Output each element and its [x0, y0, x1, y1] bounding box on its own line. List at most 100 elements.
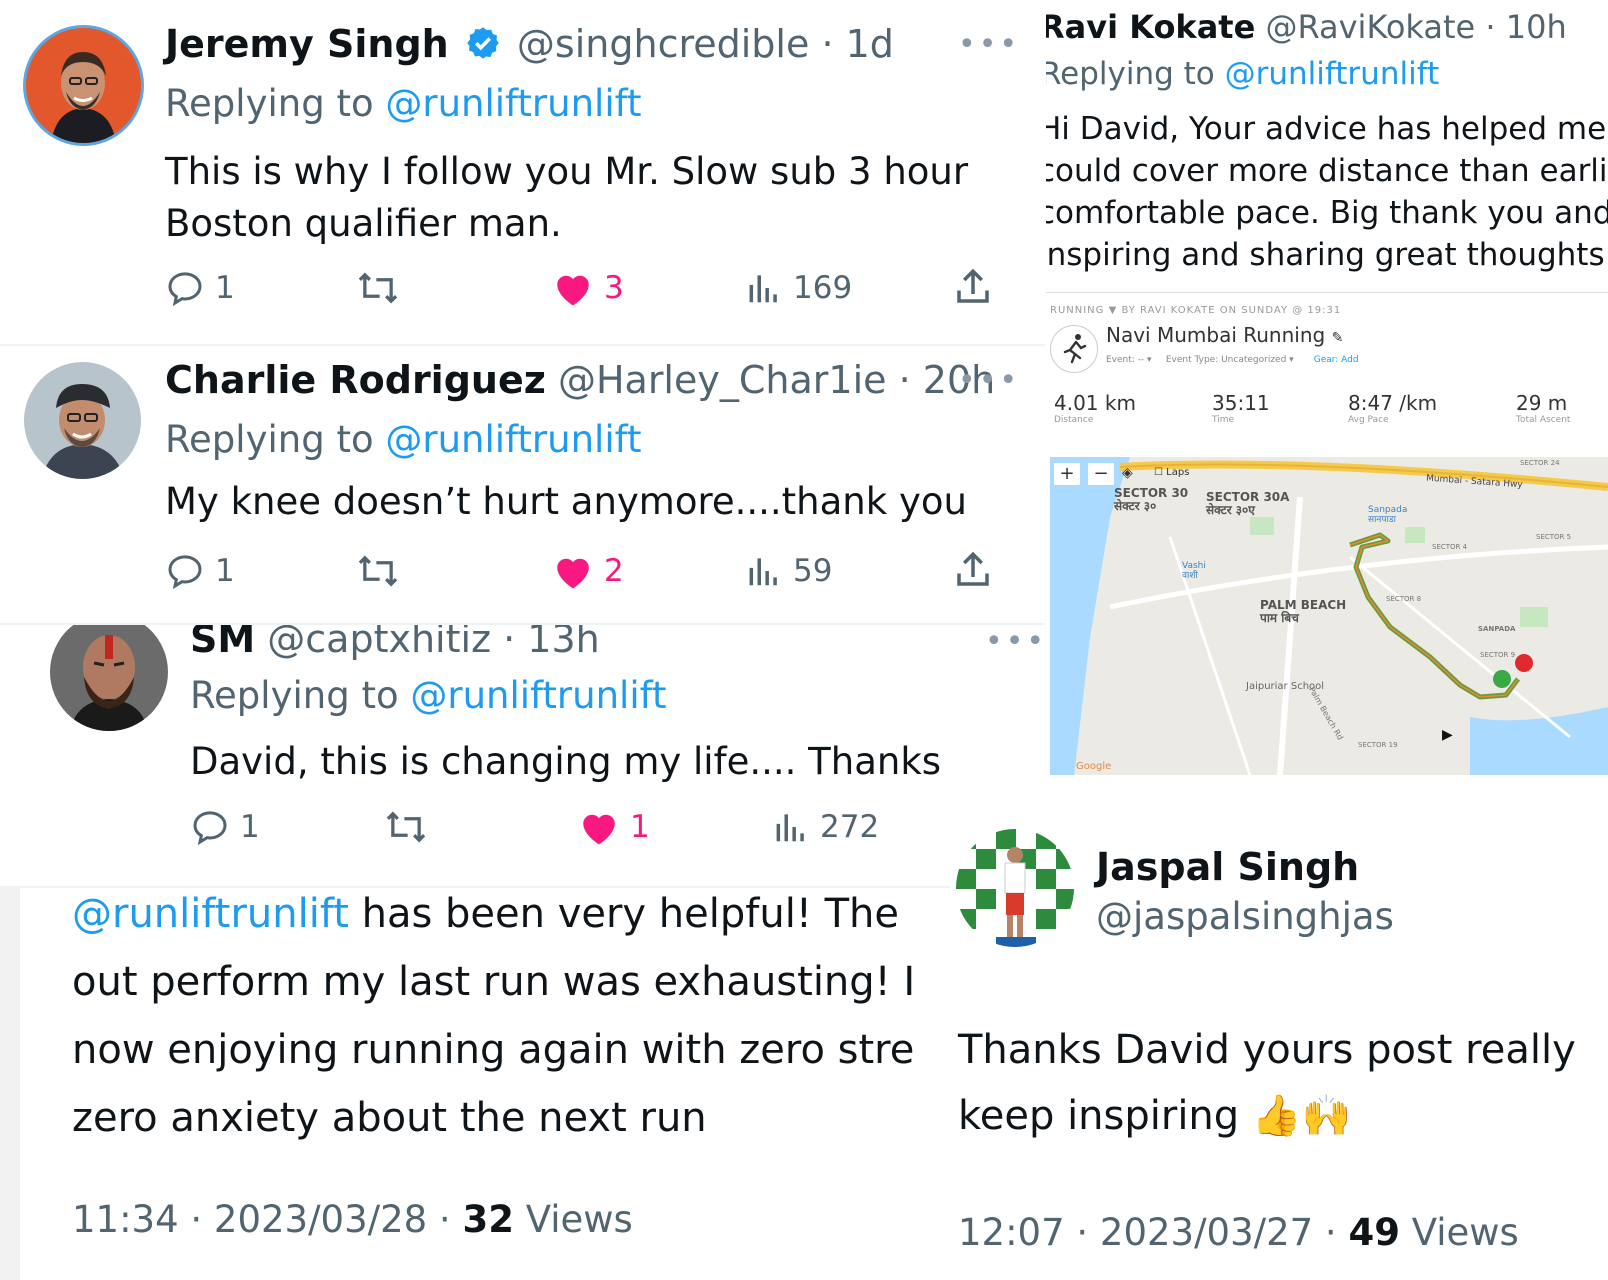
like-button[interactable]: 2 [552, 551, 624, 591]
tweet-text: David, this is changing my life.... Than… [190, 740, 942, 783]
reply-button[interactable]: 1 [165, 551, 235, 591]
tweet-sm: SM @captxhitiz · 13h ••• Replying to @ru… [0, 625, 1050, 887]
reply-mention[interactable]: @runliftrunlift [410, 674, 666, 717]
replying-to: Replying to @runliftrunlift [1046, 56, 1440, 92]
replying-to: Replying to @runliftrunlift [165, 418, 642, 461]
display-name[interactable]: Jaspal Singh [1096, 845, 1359, 889]
reply-mention[interactable]: @runliftrunlift [385, 82, 641, 125]
mention-link[interactable]: @runliftrunlift [72, 891, 349, 937]
timestamp[interactable]: · 13h [503, 625, 600, 661]
reply-icon [168, 272, 202, 307]
laps-toggle[interactable]: ☐ Laps [1154, 467, 1189, 478]
emoji: 👍🙌 [1251, 1093, 1352, 1139]
route-end-marker [1515, 654, 1533, 672]
route-map[interactable]: + − ◈ ☐ Laps SECTOR 30 सेक्टर ३० SECTOR 3… [1050, 457, 1608, 775]
zoom-in-button[interactable]: + [1054, 463, 1080, 485]
map-label: SANPADA [1478, 625, 1516, 633]
timestamp[interactable]: 12:07 · 2023/03/27 · [958, 1211, 1337, 1254]
activity-meta: Event: -- ▾ Event Type: Uncategorized ▾ … [1106, 355, 1359, 365]
retweet-icon [386, 811, 426, 843]
retweet-icon [358, 272, 398, 304]
reply-button[interactable]: 1 [190, 807, 260, 847]
handle[interactable]: @singhcredible [517, 22, 809, 66]
reply-button[interactable]: 1 [165, 268, 235, 308]
timestamp[interactable]: · 10h [1485, 8, 1566, 46]
handle[interactable]: @Harley_Char1ie [558, 358, 887, 402]
reply-icon [168, 555, 202, 590]
heart-icon [557, 275, 589, 306]
like-button[interactable]: 3 [552, 268, 624, 308]
map-label: SECTOR 9 [1480, 651, 1516, 659]
map-label: SECTOR 8 [1386, 595, 1422, 603]
views-count: 32 [462, 1198, 514, 1241]
share-button[interactable] [952, 266, 994, 308]
avatar[interactable] [26, 28, 141, 143]
map-label: Vashi वाशी [1182, 561, 1206, 581]
map-label: SECTOR 5 [1536, 533, 1572, 541]
handle[interactable]: @RaviKokate [1265, 8, 1475, 46]
avatar-image [26, 28, 141, 143]
retweet-button[interactable] [355, 551, 401, 591]
running-icon [1050, 325, 1098, 373]
tweet-text: My knee doesn’t hurt anymore....thank yo… [165, 480, 967, 523]
tweet-header: SM @captxhitiz · 13h [190, 625, 600, 661]
display-name[interactable]: Charlie Rodriguez [165, 358, 546, 402]
verified-badge-icon [465, 25, 501, 70]
avatar-image [956, 829, 1074, 947]
views-icon [749, 275, 777, 303]
display-name[interactable]: SM [190, 625, 255, 661]
more-icon[interactable]: ••• [985, 627, 1047, 657]
more-icon[interactable]: ••• [958, 30, 1020, 60]
handle[interactable]: @captxhitiz [267, 625, 491, 661]
retweet-button[interactable] [383, 807, 429, 847]
display-name[interactable]: Ravi Kokate [1046, 8, 1255, 46]
tweet-text: Hi David, Your advice has helped me coul… [1046, 111, 1608, 273]
reply-icon [193, 811, 227, 846]
tweet-meta: 12:07 · 2023/03/27 · 49 Views [958, 1211, 1519, 1254]
play-icon[interactable]: ▶ [1442, 727, 1453, 743]
tweet-header: Jeremy Singh @singhcredible · 1d [165, 22, 894, 70]
tweet-header: Ravi Kokate @RaviKokate · 10h [1046, 8, 1567, 46]
more-icon[interactable]: ••• [958, 366, 1020, 396]
tweet-meta: 11:34 · 2023/03/28 · 32 Views [72, 1198, 633, 1241]
map-label: SECTOR 24 [1520, 459, 1560, 467]
views-button[interactable]: 59 [745, 551, 832, 591]
views-icon [776, 814, 804, 842]
strava-card[interactable]: RUNNING ▼ BY RAVI KOKATE ON SUNDAY @ 19:… [1046, 292, 1608, 783]
timestamp[interactable]: 11:34 · 2023/03/28 · [72, 1198, 451, 1241]
route-start-marker [1493, 670, 1511, 688]
handle[interactable]: @jaspalsinghjas [1096, 895, 1394, 938]
tweet-text: @runliftrunlift has been very helpful! T… [72, 891, 916, 1141]
activity-header: RUNNING ▼ BY RAVI KOKATE ON SUNDAY @ 19:… [1050, 305, 1342, 316]
share-icon [957, 268, 989, 303]
like-button[interactable]: 1 [578, 807, 650, 847]
tweet-text: This is why I follow you Mr. Slow sub 3 … [165, 150, 969, 245]
views-button[interactable]: 272 [772, 807, 879, 847]
tweet-quote-left: @runliftrunlift has been very helpful! T… [0, 888, 930, 1280]
stat-ascent: 29 m Total Ascent [1516, 391, 1571, 425]
tweet-text: Thanks David yours post really keep insp… [958, 1027, 1576, 1139]
tweet-ravi: Ravi Kokate @RaviKokate · 10h Replying t… [1046, 0, 1608, 790]
avatar[interactable] [956, 829, 1074, 947]
share-icon [957, 551, 989, 586]
avatar[interactable] [24, 362, 141, 479]
share-button[interactable] [952, 549, 994, 591]
timestamp[interactable]: · 1d [821, 22, 893, 66]
tweet-header: Charlie Rodriguez @Harley_Char1ie · 20h [165, 358, 995, 402]
heart-icon [583, 814, 615, 845]
reply-mention[interactable]: @runliftrunlift [385, 418, 641, 461]
map-label: Sanpada सानपाडा [1368, 505, 1408, 525]
reply-mention[interactable]: @runliftrunlift [1225, 56, 1440, 92]
map-label: PALM BEACH पाम बिच [1260, 598, 1347, 625]
tweet-jeremy: Jeremy Singh @singhcredible · 1d ••• Rep… [0, 0, 1040, 345]
activity-title[interactable]: Navi Mumbai Running ✎ [1106, 323, 1343, 347]
retweet-button[interactable] [355, 268, 401, 308]
layers-icon[interactable]: ◈ [1122, 465, 1133, 481]
zoom-out-button[interactable]: − [1088, 463, 1114, 485]
heart-icon [557, 558, 589, 589]
avatar[interactable] [50, 625, 168, 731]
replying-to: Replying to @runliftrunlift [190, 674, 667, 717]
views-button[interactable]: 169 [745, 268, 852, 308]
display-name[interactable]: Jeremy Singh [165, 22, 449, 66]
avatar-image [50, 625, 168, 731]
